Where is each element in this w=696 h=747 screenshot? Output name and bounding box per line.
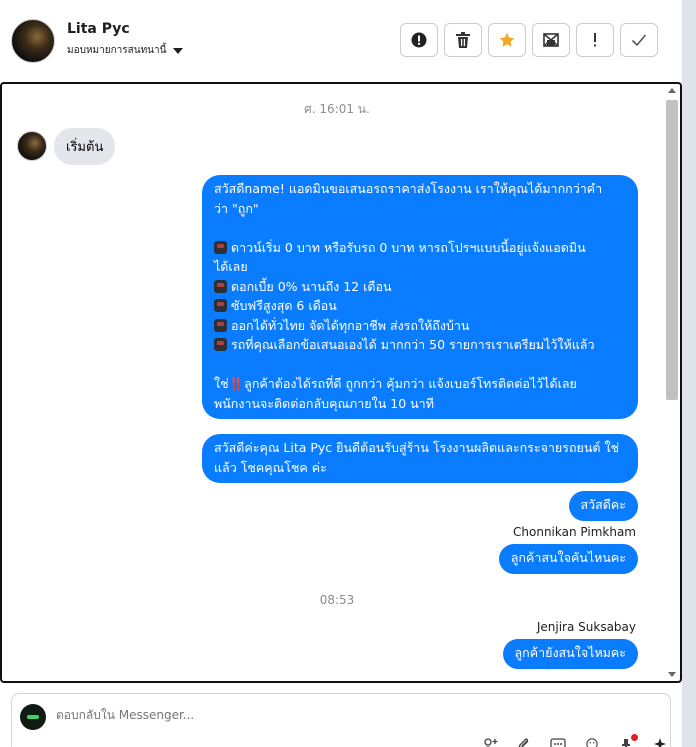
message-line: ซับฟรีสูงสุด 6 เดือน (214, 296, 626, 316)
scroll-up-arrow-icon[interactable] (668, 88, 676, 93)
message-line: สวัสดีname! แอดมินขอเสนอรถราคาส่งโรงงาน … (214, 181, 603, 196)
composer-toolbar (480, 734, 670, 747)
timestamp: ศ. 16:01 น. (304, 102, 370, 116)
notification-dot (631, 734, 638, 741)
add-person-icon[interactable] (480, 738, 500, 747)
outgoing-message-greeting[interactable]: สวัสดีคะ (568, 491, 638, 521)
conversation-header: Lita Pyc มอบหมายการสนทนานี้ (0, 0, 682, 82)
message-line: ใช่‼️ลูกค้าต้องได้รถที่ดี ถูกกว่า คุ้มกว… (214, 376, 577, 391)
star-button[interactable] (488, 23, 526, 57)
message-line: รถที่คุณเลือกข้อเสนอเองได้ มากกว่า 50 รา… (214, 335, 626, 355)
page-avatar (20, 704, 46, 730)
message-line: ดอกเบี้ย 0% นานถึง 12 เดือน (214, 277, 626, 297)
assign-label: มอบหมายการสนทนานี้ (67, 45, 167, 56)
sender-name: Jenjira Suksabay (536, 620, 636, 634)
outgoing-message-welcome[interactable]: สวัสดีค่ะคุณ Lita Pyc ยินดีต้อนรับสู่ร้า… (202, 434, 638, 483)
check-icon (631, 34, 647, 47)
timestamp: 08:53 (319, 593, 355, 607)
exclamation-icon (594, 33, 596, 47)
message-thread[interactable]: ศ. 16:01 น. เริ่มต้น สวัสดีname! แอดมินข… (0, 82, 682, 683)
message-line: ดาวน์เริ่ม 0 บาท หรือรับรถ 0 บาท หารถโปร… (214, 238, 626, 258)
outgoing-message-promo[interactable]: สวัสดีname! แอดมินขอเสนอรถราคาส่งโรงงาน … (202, 175, 638, 419)
sparkle-icon[interactable] (650, 738, 670, 747)
outgoing-message-question[interactable]: ลูกค้าสนใจคันไหนคะ (498, 544, 638, 574)
envelope-icon (543, 33, 559, 47)
car-emoji-icon (214, 240, 227, 254)
incoming-message[interactable]: เริ่มต้น (54, 128, 116, 165)
contact-name[interactable]: Lita Pyc (67, 21, 130, 37)
star-icon (499, 32, 515, 47)
thread-scrollbar[interactable] (666, 88, 678, 677)
contact-avatar[interactable] (11, 19, 55, 63)
assign-conversation-dropdown[interactable]: มอบหมายการสนทนานี้ (67, 43, 184, 58)
scroll-down-arrow-icon[interactable] (668, 672, 676, 677)
follow-up-button[interactable] (576, 23, 614, 57)
outgoing-message-followup[interactable]: ลูกค้ายังสนใจไหมคะ (502, 639, 638, 669)
message-line: ว่า "ถูก" (214, 200, 259, 216)
reply-composer (11, 693, 671, 747)
done-button[interactable] (620, 23, 658, 57)
car-emoji-icon (214, 318, 227, 332)
mark-unread-button[interactable] (532, 23, 570, 57)
double-exclamation-icon: ‼️ (228, 376, 245, 391)
car-emoji-icon (214, 338, 227, 351)
message-line: ได้เลย (214, 259, 248, 274)
template-icon[interactable] (548, 738, 568, 747)
message-line: ออกได้ทั่วไทย จัดได้ทุกอาชีพ ส่งรถให้ถึง… (214, 316, 626, 336)
header-actions (400, 23, 658, 57)
message-line: พนักงานจะติดต่อกลับคุณภายใน 10 นาที (214, 395, 434, 411)
reply-input[interactable] (56, 708, 476, 722)
contact-avatar-small (17, 131, 47, 161)
report-spam-button[interactable] (400, 23, 438, 57)
trash-icon (456, 32, 470, 48)
scroll-thumb[interactable] (666, 100, 678, 400)
side-strip (682, 0, 696, 747)
pin-icon[interactable] (616, 734, 638, 747)
messenger-page: Lita Pyc มอบหมายการสนทนานี้ ศ. 16:01 น. … (0, 0, 696, 747)
caret-down-icon (173, 47, 184, 54)
car-emoji-icon (214, 299, 227, 312)
sender-name: Chonnikan Pimkham (513, 525, 636, 539)
alert-circle-icon (411, 32, 427, 48)
paperclip-icon[interactable] (514, 738, 534, 747)
emoji-icon[interactable] (582, 738, 602, 747)
delete-button[interactable] (444, 23, 482, 57)
car-emoji-icon (214, 279, 227, 293)
